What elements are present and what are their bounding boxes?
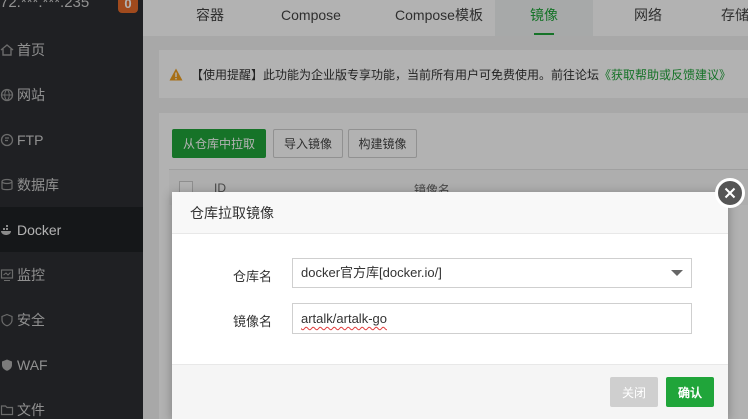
- registry-select[interactable]: docker官方库[docker.io/]: [292, 258, 692, 288]
- dialog-footer: 关闭 确认: [172, 364, 728, 419]
- confirm-button[interactable]: 确认: [666, 377, 714, 407]
- image-name-input[interactable]: artalk/artalk-go: [292, 303, 692, 334]
- image-name-value: artalk/artalk-go: [301, 311, 387, 326]
- registry-selected-value: docker官方库[docker.io/]: [301, 265, 442, 280]
- close-button[interactable]: 关闭: [610, 377, 658, 407]
- close-icon[interactable]: [715, 178, 745, 208]
- image-name-label: 镜像名: [232, 314, 272, 329]
- pull-image-dialog: 仓库拉取镜像 仓库名 docker官方库[docker.io/] 镜像名 art…: [172, 192, 728, 419]
- dialog-title: 仓库拉取镜像: [172, 192, 728, 234]
- registry-label: 仓库名: [232, 269, 272, 284]
- chevron-down-icon: [671, 270, 683, 276]
